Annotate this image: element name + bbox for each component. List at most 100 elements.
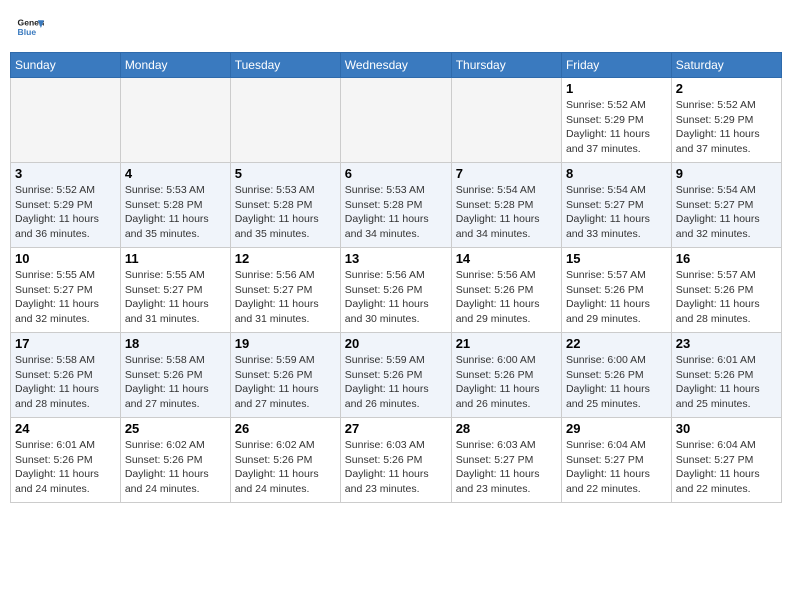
calendar-cell: 9 Sunrise: 5:54 AM Sunset: 5:27 PM Daylig… [671, 163, 781, 248]
weekday-header: Saturday [671, 53, 781, 78]
day-number: 28 [456, 421, 557, 436]
day-number: 3 [15, 166, 116, 181]
calendar-cell: 15 Sunrise: 5:57 AM Sunset: 5:26 PM Dayli… [561, 248, 671, 333]
day-number: 23 [676, 336, 777, 351]
day-number: 12 [235, 251, 336, 266]
day-info: Sunrise: 6:04 AM Sunset: 5:27 PM Dayligh… [566, 439, 653, 495]
day-info: Sunrise: 5:52 AM Sunset: 5:29 PM Dayligh… [15, 184, 102, 240]
calendar-cell: 20 Sunrise: 5:59 AM Sunset: 5:26 PM Dayli… [340, 333, 451, 418]
day-number: 4 [125, 166, 226, 181]
day-info: Sunrise: 5:54 AM Sunset: 5:27 PM Dayligh… [676, 184, 763, 240]
calendar-cell: 2 Sunrise: 5:52 AM Sunset: 5:29 PM Daylig… [671, 78, 781, 163]
day-info: Sunrise: 6:04 AM Sunset: 5:27 PM Dayligh… [676, 439, 763, 495]
day-number: 29 [566, 421, 667, 436]
day-info: Sunrise: 5:54 AM Sunset: 5:27 PM Dayligh… [566, 184, 653, 240]
calendar-cell: 26Sunrise: 6:02 AM Sunset: 5:26 PM Dayli… [230, 418, 340, 503]
day-number: 25 [125, 421, 226, 436]
day-number: 24 [15, 421, 116, 436]
day-number: 17 [15, 336, 116, 351]
calendar-cell: 18 Sunrise: 5:58 AM Sunset: 5:26 PM Dayli… [120, 333, 230, 418]
day-info: Sunrise: 6:03 AM Sunset: 5:26 PM Dayligh… [345, 439, 432, 495]
day-info: Sunrise: 6:03 AM Sunset: 5:27 PM Dayligh… [456, 439, 543, 495]
weekday-header: Thursday [451, 53, 561, 78]
day-info: Sunrise: 5:56 AM Sunset: 5:26 PM Dayligh… [345, 269, 432, 325]
day-number: 5 [235, 166, 336, 181]
calendar-cell: 13Sunrise: 5:56 AM Sunset: 5:26 PM Dayli… [340, 248, 451, 333]
day-info: Sunrise: 5:53 AM Sunset: 5:28 PM Dayligh… [345, 184, 432, 240]
calendar-cell: 23 Sunrise: 6:01 AM Sunset: 5:26 PM Dayli… [671, 333, 781, 418]
day-info: Sunrise: 6:00 AM Sunset: 5:26 PM Dayligh… [456, 354, 543, 410]
day-info: Sunrise: 5:52 AM Sunset: 5:29 PM Dayligh… [566, 99, 653, 155]
day-number: 1 [566, 81, 667, 96]
day-number: 16 [676, 251, 777, 266]
day-number: 21 [456, 336, 557, 351]
calendar-cell: 11Sunrise: 5:55 AM Sunset: 5:27 PM Dayli… [120, 248, 230, 333]
calendar-cell: 10Sunrise: 5:55 AM Sunset: 5:27 PM Dayli… [11, 248, 121, 333]
day-number: 22 [566, 336, 667, 351]
day-info: Sunrise: 6:00 AM Sunset: 5:26 PM Dayligh… [566, 354, 653, 410]
weekday-header: Tuesday [230, 53, 340, 78]
logo: General Blue [16, 14, 44, 42]
day-number: 20 [345, 336, 447, 351]
day-info: Sunrise: 5:59 AM Sunset: 5:26 PM Dayligh… [235, 354, 322, 410]
day-number: 8 [566, 166, 667, 181]
day-number: 9 [676, 166, 777, 181]
day-info: Sunrise: 5:59 AM Sunset: 5:26 PM Dayligh… [345, 354, 432, 410]
weekday-header: Monday [120, 53, 230, 78]
weekday-header: Wednesday [340, 53, 451, 78]
calendar-cell: 1 Sunrise: 5:52 AM Sunset: 5:29 PM Daylig… [561, 78, 671, 163]
calendar-week-row: 10Sunrise: 5:55 AM Sunset: 5:27 PM Dayli… [11, 248, 782, 333]
calendar-week-row: 1 Sunrise: 5:52 AM Sunset: 5:29 PM Daylig… [11, 78, 782, 163]
day-number: 6 [345, 166, 447, 181]
day-number: 30 [676, 421, 777, 436]
day-number: 15 [566, 251, 667, 266]
day-info: Sunrise: 5:54 AM Sunset: 5:28 PM Dayligh… [456, 184, 543, 240]
day-number: 18 [125, 336, 226, 351]
logo-icon: General Blue [16, 14, 44, 42]
calendar-body: 1 Sunrise: 5:52 AM Sunset: 5:29 PM Daylig… [11, 78, 782, 503]
day-info: Sunrise: 5:53 AM Sunset: 5:28 PM Dayligh… [125, 184, 212, 240]
day-number: 26 [235, 421, 336, 436]
calendar-cell: 4 Sunrise: 5:53 AM Sunset: 5:28 PM Daylig… [120, 163, 230, 248]
day-number: 27 [345, 421, 447, 436]
calendar-cell: 28 Sunrise: 6:03 AM Sunset: 5:27 PM Dayli… [451, 418, 561, 503]
calendar-cell: 25 Sunrise: 6:02 AM Sunset: 5:26 PM Dayli… [120, 418, 230, 503]
calendar-cell [120, 78, 230, 163]
day-number: 7 [456, 166, 557, 181]
day-info: Sunrise: 5:58 AM Sunset: 5:26 PM Dayligh… [125, 354, 212, 410]
calendar-week-row: 17 Sunrise: 5:58 AM Sunset: 5:26 PM Dayli… [11, 333, 782, 418]
day-number: 2 [676, 81, 777, 96]
calendar-cell: 7 Sunrise: 5:54 AM Sunset: 5:28 PM Daylig… [451, 163, 561, 248]
day-number: 19 [235, 336, 336, 351]
day-info: Sunrise: 5:55 AM Sunset: 5:27 PM Dayligh… [15, 269, 102, 325]
day-info: Sunrise: 6:01 AM Sunset: 5:26 PM Dayligh… [15, 439, 102, 495]
calendar-table: SundayMondayTuesdayWednesdayThursdayFrid… [10, 52, 782, 503]
day-info: Sunrise: 5:57 AM Sunset: 5:26 PM Dayligh… [566, 269, 653, 325]
day-info: Sunrise: 5:53 AM Sunset: 5:28 PM Dayligh… [235, 184, 322, 240]
day-info: Sunrise: 5:56 AM Sunset: 5:27 PM Dayligh… [235, 269, 322, 325]
calendar-cell: 17 Sunrise: 5:58 AM Sunset: 5:26 PM Dayli… [11, 333, 121, 418]
calendar-cell: 21 Sunrise: 6:00 AM Sunset: 5:26 PM Dayli… [451, 333, 561, 418]
calendar-header-row: SundayMondayTuesdayWednesdayThursdayFrid… [11, 53, 782, 78]
calendar-cell: 29 Sunrise: 6:04 AM Sunset: 5:27 PM Dayli… [561, 418, 671, 503]
calendar-week-row: 3 Sunrise: 5:52 AM Sunset: 5:29 PM Daylig… [11, 163, 782, 248]
day-info: Sunrise: 6:01 AM Sunset: 5:26 PM Dayligh… [676, 354, 763, 410]
calendar-cell [11, 78, 121, 163]
calendar-cell: 12 Sunrise: 5:56 AM Sunset: 5:27 PM Dayli… [230, 248, 340, 333]
calendar-cell: 19 Sunrise: 5:59 AM Sunset: 5:26 PM Dayli… [230, 333, 340, 418]
calendar-cell: 24 Sunrise: 6:01 AM Sunset: 5:26 PM Dayli… [11, 418, 121, 503]
day-info: Sunrise: 5:58 AM Sunset: 5:26 PM Dayligh… [15, 354, 102, 410]
calendar-cell: 6 Sunrise: 5:53 AM Sunset: 5:28 PM Daylig… [340, 163, 451, 248]
svg-text:Blue: Blue [18, 27, 37, 37]
calendar-cell: 8 Sunrise: 5:54 AM Sunset: 5:27 PM Daylig… [561, 163, 671, 248]
weekday-header: Friday [561, 53, 671, 78]
day-number: 11 [125, 251, 226, 266]
day-info: Sunrise: 5:52 AM Sunset: 5:29 PM Dayligh… [676, 99, 763, 155]
weekday-header: Sunday [11, 53, 121, 78]
day-info: Sunrise: 6:02 AM Sunset: 5:26 PM Dayligh… [125, 439, 212, 495]
calendar-cell: 14Sunrise: 5:56 AM Sunset: 5:26 PM Dayli… [451, 248, 561, 333]
calendar-cell: 3 Sunrise: 5:52 AM Sunset: 5:29 PM Daylig… [11, 163, 121, 248]
page-header: General Blue [10, 10, 782, 46]
calendar-cell: 16Sunrise: 5:57 AM Sunset: 5:26 PM Dayli… [671, 248, 781, 333]
calendar-cell: 22 Sunrise: 6:00 AM Sunset: 5:26 PM Dayli… [561, 333, 671, 418]
